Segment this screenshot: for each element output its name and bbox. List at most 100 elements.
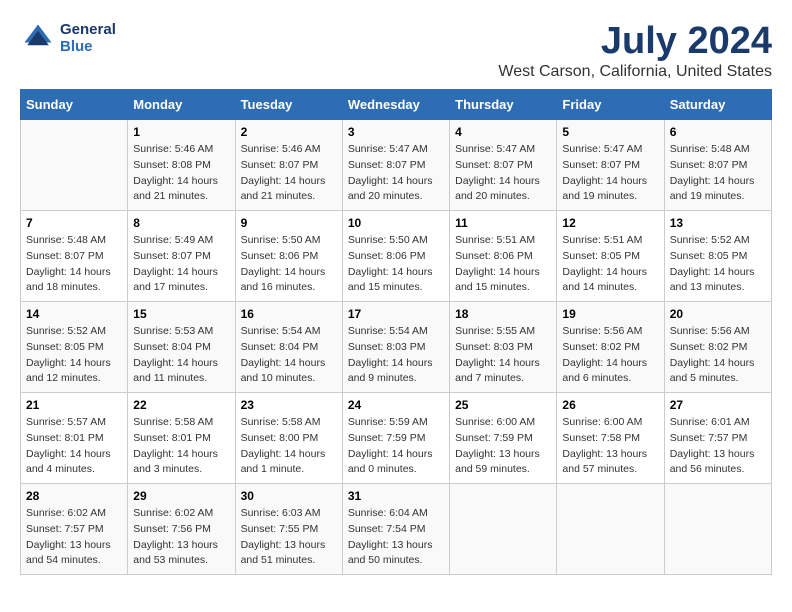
day-number: 19 [562,307,658,321]
calendar-cell: 10 Sunrise: 5:50 AM Sunset: 8:06 PM Dayli… [342,211,449,302]
day-header-tuesday: Tuesday [235,90,342,120]
calendar-cell: 6 Sunrise: 5:48 AM Sunset: 8:07 PM Daylig… [664,120,771,211]
day-info: Sunrise: 6:01 AM Sunset: 7:57 PM Dayligh… [670,415,766,478]
day-number: 28 [26,489,122,503]
day-header-wednesday: Wednesday [342,90,449,120]
calendar-cell [450,484,557,575]
calendar-cell: 16 Sunrise: 5:54 AM Sunset: 8:04 PM Dayli… [235,302,342,393]
page-title: July 2024 [498,20,772,63]
day-number: 5 [562,125,658,139]
day-number: 8 [133,216,229,230]
day-number: 1 [133,125,229,139]
day-header-saturday: Saturday [664,90,771,120]
day-info: Sunrise: 5:48 AM Sunset: 8:07 PM Dayligh… [26,233,122,296]
calendar-cell: 7 Sunrise: 5:48 AM Sunset: 8:07 PM Daylig… [21,211,128,302]
day-info: Sunrise: 6:04 AM Sunset: 7:54 PM Dayligh… [348,506,444,569]
day-number: 16 [241,307,337,321]
day-info: Sunrise: 5:46 AM Sunset: 8:07 PM Dayligh… [241,142,337,205]
calendar-cell: 23 Sunrise: 5:58 AM Sunset: 8:00 PM Dayli… [235,393,342,484]
day-number: 25 [455,398,551,412]
day-header-monday: Monday [128,90,235,120]
day-header-friday: Friday [557,90,664,120]
day-info: Sunrise: 5:51 AM Sunset: 8:06 PM Dayligh… [455,233,551,296]
day-number: 12 [562,216,658,230]
day-number: 22 [133,398,229,412]
calendar-cell: 20 Sunrise: 5:56 AM Sunset: 8:02 PM Dayli… [664,302,771,393]
day-info: Sunrise: 5:54 AM Sunset: 8:03 PM Dayligh… [348,324,444,387]
calendar-cell [664,484,771,575]
calendar-cell: 13 Sunrise: 5:52 AM Sunset: 8:05 PM Dayli… [664,211,771,302]
day-info: Sunrise: 5:58 AM Sunset: 8:01 PM Dayligh… [133,415,229,478]
day-number: 9 [241,216,337,230]
calendar-table: SundayMondayTuesdayWednesdayThursdayFrid… [20,89,772,575]
day-info: Sunrise: 5:51 AM Sunset: 8:05 PM Dayligh… [562,233,658,296]
day-number: 6 [670,125,766,139]
day-info: Sunrise: 5:52 AM Sunset: 8:05 PM Dayligh… [26,324,122,387]
day-number: 21 [26,398,122,412]
day-info: Sunrise: 5:50 AM Sunset: 8:06 PM Dayligh… [241,233,337,296]
calendar-cell: 3 Sunrise: 5:47 AM Sunset: 8:07 PM Daylig… [342,120,449,211]
day-number: 24 [348,398,444,412]
calendar-cell [21,120,128,211]
calendar-cell: 12 Sunrise: 5:51 AM Sunset: 8:05 PM Dayli… [557,211,664,302]
day-header-sunday: Sunday [21,90,128,120]
calendar-cell [557,484,664,575]
calendar-cell: 31 Sunrise: 6:04 AM Sunset: 7:54 PM Dayli… [342,484,449,575]
day-info: Sunrise: 6:00 AM Sunset: 7:58 PM Dayligh… [562,415,658,478]
day-number: 3 [348,125,444,139]
calendar-week-row: 7 Sunrise: 5:48 AM Sunset: 8:07 PM Daylig… [21,211,772,302]
day-info: Sunrise: 5:52 AM Sunset: 8:05 PM Dayligh… [670,233,766,296]
day-info: Sunrise: 5:48 AM Sunset: 8:07 PM Dayligh… [670,142,766,205]
calendar-cell: 30Sunrise: 6:03 AM Sunset: 7:55 PM Dayli… [235,484,342,575]
calendar-cell: 27 Sunrise: 6:01 AM Sunset: 7:57 PM Dayli… [664,393,771,484]
calendar-cell: 9 Sunrise: 5:50 AM Sunset: 8:06 PM Daylig… [235,211,342,302]
day-number: 23 [241,398,337,412]
calendar-week-row: 28 Sunrise: 6:02 AM Sunset: 7:57 PM Dayli… [21,484,772,575]
day-number: 26 [562,398,658,412]
day-header-thursday: Thursday [450,90,557,120]
day-number: 2 [241,125,337,139]
day-number: 10 [348,216,444,230]
day-info: Sunrise: 5:56 AM Sunset: 8:02 PM Dayligh… [670,324,766,387]
logo-icon [20,20,56,56]
calendar-cell: 14 Sunrise: 5:52 AM Sunset: 8:05 PM Dayli… [21,302,128,393]
calendar-cell: 17Sunrise: 5:54 AM Sunset: 8:03 PM Dayli… [342,302,449,393]
day-number: 30 [241,489,337,503]
day-number: 13 [670,216,766,230]
calendar-cell: 28 Sunrise: 6:02 AM Sunset: 7:57 PM Dayli… [21,484,128,575]
day-info: Sunrise: 5:47 AM Sunset: 8:07 PM Dayligh… [455,142,551,205]
day-info: Sunrise: 5:58 AM Sunset: 8:00 PM Dayligh… [241,415,337,478]
day-info: Sunrise: 5:47 AM Sunset: 8:07 PM Dayligh… [348,142,444,205]
day-info: Sunrise: 5:54 AM Sunset: 8:04 PM Dayligh… [241,324,337,387]
day-number: 4 [455,125,551,139]
title-area: July 2024 West Carson, California, Unite… [498,20,772,81]
calendar-cell: 19Sunrise: 5:56 AM Sunset: 8:02 PM Dayli… [557,302,664,393]
day-number: 27 [670,398,766,412]
calendar-cell: 5 Sunrise: 5:47 AM Sunset: 8:07 PM Daylig… [557,120,664,211]
calendar-cell: 24Sunrise: 5:59 AM Sunset: 7:59 PM Dayli… [342,393,449,484]
calendar-cell: 11Sunrise: 5:51 AM Sunset: 8:06 PM Dayli… [450,211,557,302]
day-number: 15 [133,307,229,321]
day-info: Sunrise: 5:50 AM Sunset: 8:06 PM Dayligh… [348,233,444,296]
calendar-cell: 18 Sunrise: 5:55 AM Sunset: 8:03 PM Dayli… [450,302,557,393]
calendar-cell: 26 Sunrise: 6:00 AM Sunset: 7:58 PM Dayli… [557,393,664,484]
day-info: Sunrise: 5:53 AM Sunset: 8:04 PM Dayligh… [133,324,229,387]
calendar-cell: 15 Sunrise: 5:53 AM Sunset: 8:04 PM Dayli… [128,302,235,393]
page-subtitle: West Carson, California, United States [498,63,772,81]
day-number: 20 [670,307,766,321]
calendar-week-row: 14 Sunrise: 5:52 AM Sunset: 8:05 PM Dayli… [21,302,772,393]
day-number: 7 [26,216,122,230]
day-info: Sunrise: 6:02 AM Sunset: 7:56 PM Dayligh… [133,506,229,569]
logo: General Blue [20,20,116,56]
day-number: 31 [348,489,444,503]
day-info: Sunrise: 5:55 AM Sunset: 8:03 PM Dayligh… [455,324,551,387]
calendar-header-row: SundayMondayTuesdayWednesdayThursdayFrid… [21,90,772,120]
day-info: Sunrise: 5:57 AM Sunset: 8:01 PM Dayligh… [26,415,122,478]
day-info: Sunrise: 5:47 AM Sunset: 8:07 PM Dayligh… [562,142,658,205]
day-info: Sunrise: 6:02 AM Sunset: 7:57 PM Dayligh… [26,506,122,569]
day-info: Sunrise: 6:00 AM Sunset: 7:59 PM Dayligh… [455,415,551,478]
day-number: 18 [455,307,551,321]
calendar-cell: 8Sunrise: 5:49 AM Sunset: 8:07 PM Daylig… [128,211,235,302]
day-number: 14 [26,307,122,321]
calendar-week-row: 1Sunrise: 5:46 AM Sunset: 8:08 PM Daylig… [21,120,772,211]
